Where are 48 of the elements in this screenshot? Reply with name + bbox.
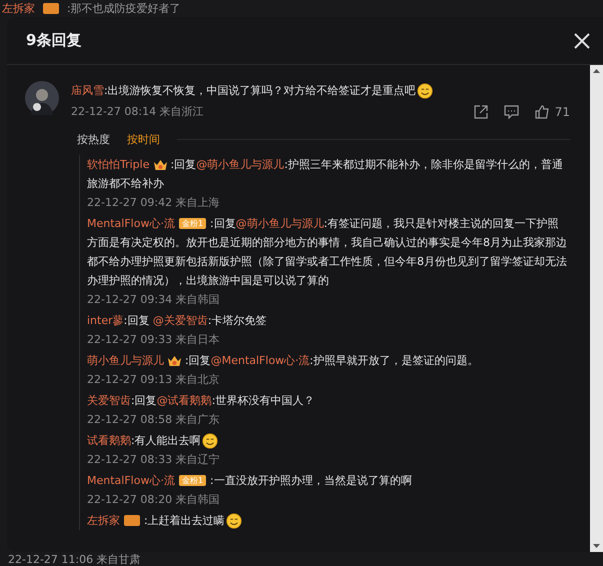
sort-tab[interactable]: 按热度 bbox=[77, 132, 110, 147]
mention-link[interactable]: @试看鹅鹅 bbox=[156, 394, 212, 407]
dialog-title: 9条回复 bbox=[26, 31, 82, 50]
reply-button[interactable] bbox=[504, 105, 519, 119]
reply-time: 22-12-27 08:20 来自韩国 bbox=[87, 492, 221, 508]
sort-tab[interactable]: 按时间 bbox=[127, 132, 160, 147]
reply-time: 22-12-27 08:33 来自辽宁 bbox=[87, 452, 221, 468]
reply-text: 左拆家 :上赶着出去过瞒 bbox=[87, 511, 568, 530]
reply-text: 萌小鱼儿与源儿 :回复@MentalFlow心·流:护照早就开放了，是签证的问题。 bbox=[87, 352, 480, 370]
mention-link[interactable]: @萌小鱼儿与源儿 bbox=[196, 158, 284, 171]
comment-time: 22-12-27 11:06 来自甘肃 bbox=[8, 552, 141, 566]
user-name-link[interactable]: inter蓼 bbox=[87, 314, 124, 327]
mention-link[interactable]: @MentalFlow心·流 bbox=[210, 354, 310, 367]
reply-text: inter蓼:回复 @关爱智齿:卡塔尔免签 bbox=[87, 313, 268, 329]
reply-text: 软怕怕Triple :回复@萌小鱼儿与源儿:护照三年来都过期不能补办，除非你是留学什么的，普通旅游都不给补办 bbox=[87, 156, 564, 192]
reply-time: 22-12-27 09:34 来自韩国 bbox=[87, 292, 221, 308]
reply-text: MentalFlow心·流 金粉1 :回复@萌小鱼儿与源儿:有签证问题，我只是针对楼主说的回复一下护照方面是有决定权的。放开也是近期的部分地方的事情，我自己确认过的事实是今年8月为止我家那边都不给办理护照更新包括新版护照（除了留学或者工作性质，但今年8月份也见到了留学签证却无法办理护照的情况），出境旅游中国是可以说了算的 bbox=[87, 216, 568, 289]
scrollbar[interactable] bbox=[590, 65, 603, 552]
reply-time: 22-12-27 09:33 来自日本 bbox=[87, 332, 221, 348]
mention-link[interactable]: @关爱智齿 bbox=[152, 314, 208, 327]
user-name-link[interactable]: MentalFlow心·流 bbox=[87, 217, 175, 230]
reply-time: 22-12-27 08:58 来自广东 bbox=[87, 412, 221, 428]
reply-time: 22-12-27 09:42 来自上海 bbox=[87, 195, 221, 211]
comment-text: 庙风雪:出境游恢复不恢复，中国说了算吗？对方给不给签证才是重点吧 bbox=[71, 81, 570, 100]
reply-time: 22-12-27 09:13 来自北京 bbox=[87, 372, 221, 388]
reply-text: 关爱智齿:回复@试看鹅鹅:世界杯没有中国人？ bbox=[87, 393, 316, 409]
level-badge-icon bbox=[124, 515, 140, 526]
user-name-link[interactable]: 萌小鱼儿与源儿 bbox=[87, 354, 164, 367]
fan-badge: 金粉1 bbox=[178, 475, 206, 486]
comment-time: 22-12-27 08:14 来自浙江 bbox=[71, 104, 204, 120]
like-button[interactable]: 71 bbox=[534, 105, 570, 119]
user-name-link[interactable]: 关爱智齿 bbox=[87, 394, 131, 407]
user-name-link[interactable]: 庙风雪 bbox=[71, 84, 104, 97]
user-name-link[interactable]: 软怕怕Triple bbox=[87, 158, 150, 171]
share-button[interactable] bbox=[474, 105, 488, 119]
user-name[interactable]: 左拆家 bbox=[2, 1, 35, 16]
reply-text: 试看鹅鹅:有人能出去啊 bbox=[87, 431, 568, 450]
user-name-link[interactable]: 左拆家 bbox=[87, 514, 120, 527]
comment-text: :那不也成防疫爱好者了 bbox=[67, 1, 181, 16]
crown-icon bbox=[152, 158, 168, 172]
user-name-link[interactable]: 试看鹅鹅 bbox=[87, 434, 131, 447]
user-name-link[interactable]: MentalFlow心·流 bbox=[87, 474, 175, 487]
mention-link[interactable]: @萌小鱼儿与源儿 bbox=[236, 217, 324, 230]
crown-icon bbox=[167, 354, 182, 368]
reply-text: MentalFlow心·流 金粉1 :一直没放开护照办理，当然是说了算的啊 bbox=[87, 473, 413, 489]
avatar-icon[interactable] bbox=[25, 81, 59, 115]
fan-badge: 金粉1 bbox=[178, 218, 206, 230]
level-badge-icon bbox=[43, 3, 59, 14]
